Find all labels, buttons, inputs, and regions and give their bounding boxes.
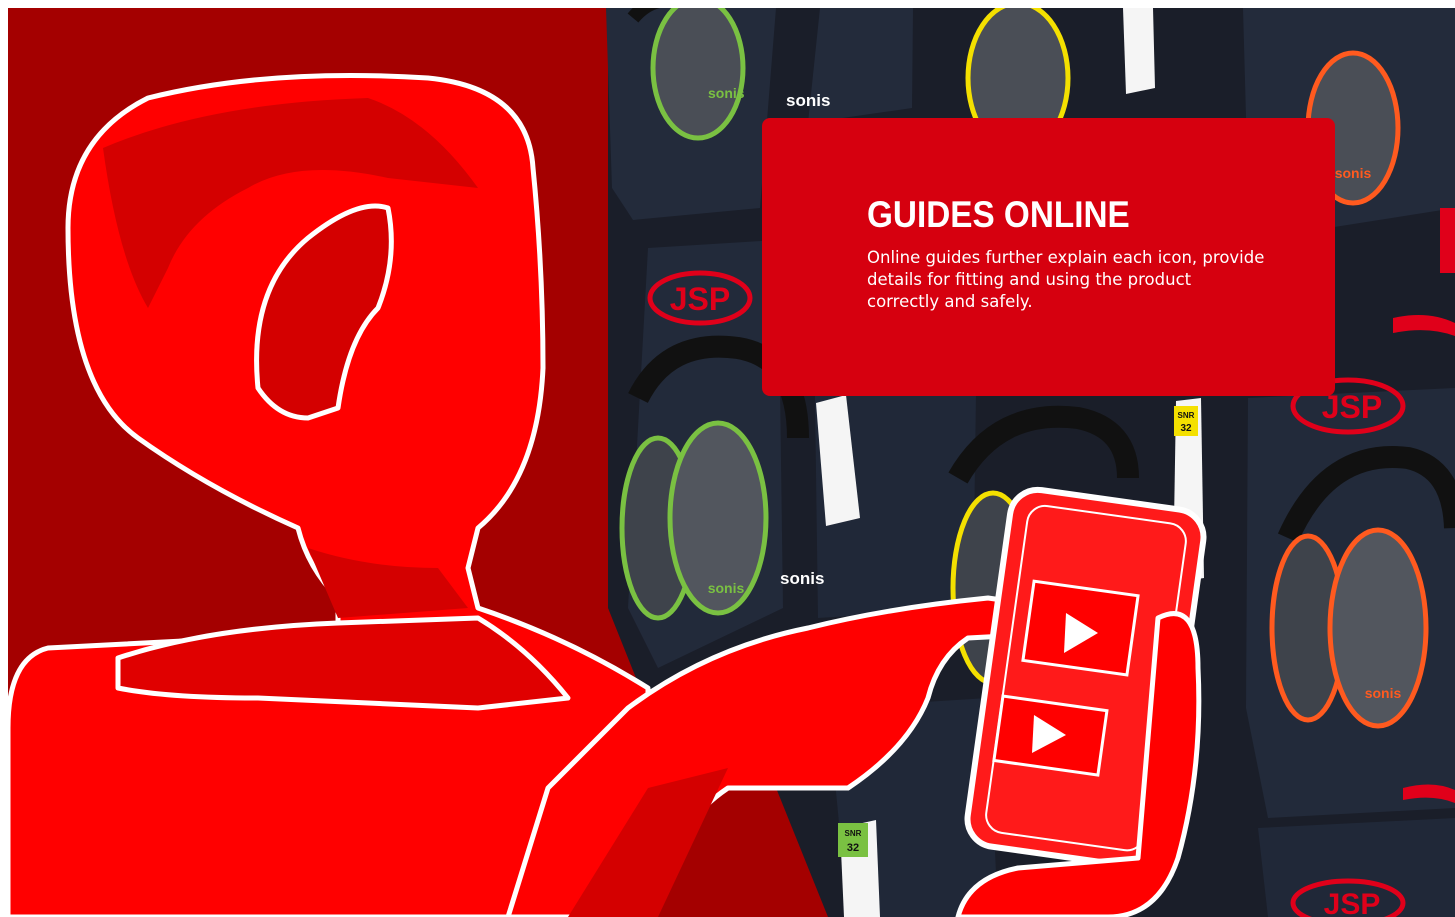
- snr-badge: SNR 32: [1174, 406, 1198, 436]
- sonis-logo: sonis: [780, 569, 824, 588]
- video-tile[interactable]: [1021, 579, 1140, 677]
- svg-text:sonis: sonis: [1335, 165, 1372, 181]
- svg-text:SNR: SNR: [845, 829, 862, 838]
- guides-online-card: GUIDES ONLINE Online guides further expl…: [762, 118, 1335, 396]
- sonis-logo: sonis: [786, 91, 830, 110]
- illustration-scene: JSP JSP JSP sonis sonis sonis sonis soni…: [8, 8, 1455, 917]
- svg-text:sonis: sonis: [786, 91, 830, 110]
- card-description: Online guides further explain each icon,…: [867, 248, 1265, 311]
- svg-text:sonis: sonis: [708, 85, 745, 101]
- svg-text:32: 32: [1180, 423, 1192, 434]
- svg-text:sonis: sonis: [1365, 685, 1402, 701]
- svg-text:JSP: JSP: [670, 281, 730, 317]
- video-tile[interactable]: [992, 694, 1109, 777]
- svg-text:SNR: SNR: [1178, 411, 1195, 420]
- card-title: GUIDES ONLINE: [867, 194, 1130, 235]
- svg-text:JSP: JSP: [1324, 888, 1381, 917]
- svg-text:32: 32: [847, 842, 859, 854]
- svg-text:sonis: sonis: [708, 580, 745, 596]
- snr-badge: SNR 32: [838, 823, 868, 857]
- svg-text:sonis: sonis: [780, 569, 824, 588]
